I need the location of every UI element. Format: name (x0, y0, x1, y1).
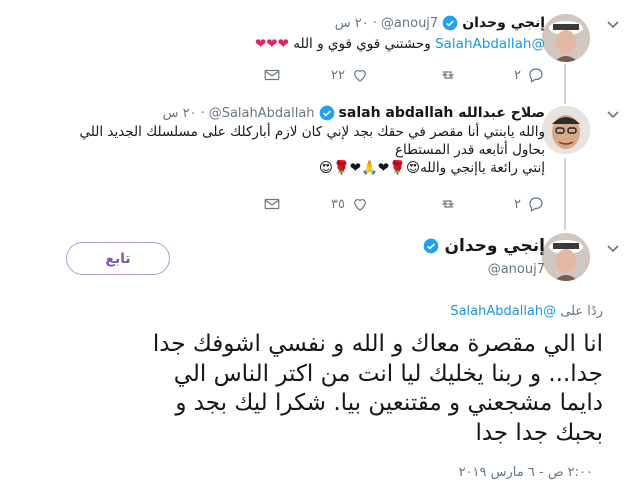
follow-button[interactable]: تابع (66, 242, 170, 275)
separator-dot: · (372, 15, 377, 31)
tweet1-mention[interactable]: @SalahAbdallah (435, 36, 545, 52)
tweet2-line-2: بحاول أتابعه قدر المستطاع (394, 142, 545, 158)
main-author: إنجي وحدان (423, 236, 545, 256)
reply-prefix: ردًا على (560, 304, 603, 319)
chevron-down-icon[interactable] (605, 240, 621, 256)
avatar-anouj7[interactable] (542, 14, 590, 62)
heart-icon (354, 70, 366, 82)
dm-button[interactable] (263, 195, 281, 213)
tweet1-text: @SalahAbdallah وحشتني قوي قوي و الله ❤❤❤ (255, 36, 545, 53)
tweet1-header: ٢٠ س · @anouj7 إنجي وحدان (335, 13, 545, 33)
tweet1-time[interactable]: ٢٠ س (335, 16, 369, 31)
reply-mention[interactable]: @SalahAbdallah (450, 304, 556, 319)
tweet1-handle[interactable]: @anouj7 (381, 16, 438, 31)
thread-line-1 (564, 64, 566, 104)
tweet2-time[interactable]: ٢٠ س (163, 106, 197, 121)
avatar-salahabdallah[interactable] (542, 106, 590, 154)
verified-badge-icon (424, 238, 439, 254)
like-button[interactable]: ٣٥ (331, 195, 369, 213)
tweet1-actions: ٢ ٢٢ (45, 66, 545, 86)
tweet1-name[interactable]: إنجي وحدان (462, 15, 545, 31)
tweet2-header: ٢٠ س · @SalahAbdallah salah abdallah صلا… (163, 103, 545, 123)
tweet2-name[interactable]: salah abdallah صلاح عبدالله (339, 105, 545, 121)
tweet2-handle[interactable]: @SalahAbdallah (209, 106, 315, 121)
envelope-icon (264, 69, 280, 81)
dm-button[interactable] (263, 66, 281, 84)
chevron-down-icon[interactable] (605, 16, 621, 32)
like-count: ٣٥ (331, 196, 345, 212)
tweet2-line-3: إنتي رائعة ياإنجي والله😍🌹❤🙏❤🌹😍 (318, 160, 545, 176)
main-handle[interactable]: @anouj7 (488, 262, 545, 277)
main-text-line: بحبك جدا جدا (475, 419, 603, 446)
like-button[interactable]: ٢٢ (331, 66, 369, 84)
reply-count: ٢ (514, 67, 521, 83)
retweet-button[interactable] (439, 66, 457, 84)
tweet-timestamp[interactable]: ٢:٠٠ ص - ٦ مارس ٢٠١٩ (459, 465, 593, 480)
thread-line-2 (564, 158, 566, 230)
replying-to: ردًا على @SalahAbdallah (450, 304, 603, 319)
main-text-line: جدا... و ربنا يخليك ليا انت من اكتر النا… (173, 360, 603, 387)
retweet-icon (442, 200, 454, 208)
main-text-line: دايما مشجعني و مقتنعين بيا. شكرا ليك بجد… (175, 390, 603, 416)
main-text-line: انا الي مقصرة معاك و الله و نفسي اشوفك ج… (152, 331, 603, 357)
envelope-icon (264, 198, 280, 210)
chevron-down-icon[interactable] (605, 106, 621, 122)
reply-button[interactable]: ٢ (514, 195, 545, 213)
reply-count: ٢ (514, 196, 521, 212)
retweet-icon (442, 71, 454, 79)
verified-badge-icon (442, 15, 458, 31)
main-name[interactable]: إنجي وحدان (444, 236, 545, 256)
tweet1-hearts: ❤❤❤ (255, 36, 289, 52)
reply-button[interactable]: ٢ (514, 66, 545, 84)
tweet2-line-1: والله يابنتي أنا مقصر في حقك بجد لإني كا… (79, 124, 545, 140)
tweet2-actions: ٢ ٣٥ (45, 195, 545, 215)
tweet1-body: وحشتني قوي قوي و الله (293, 36, 431, 52)
reply-icon (529, 197, 543, 212)
avatar-anouj7-main[interactable] (542, 233, 590, 281)
heart-icon (354, 199, 366, 211)
separator-dot: · (200, 105, 205, 121)
reply-icon (529, 68, 543, 83)
retweet-button[interactable] (439, 195, 457, 213)
main-tweet-text: انا الي مقصرة معاك و الله و نفسي اشوفك ج… (13, 330, 603, 448)
like-count: ٢٢ (331, 67, 345, 83)
verified-badge-icon (319, 105, 334, 121)
